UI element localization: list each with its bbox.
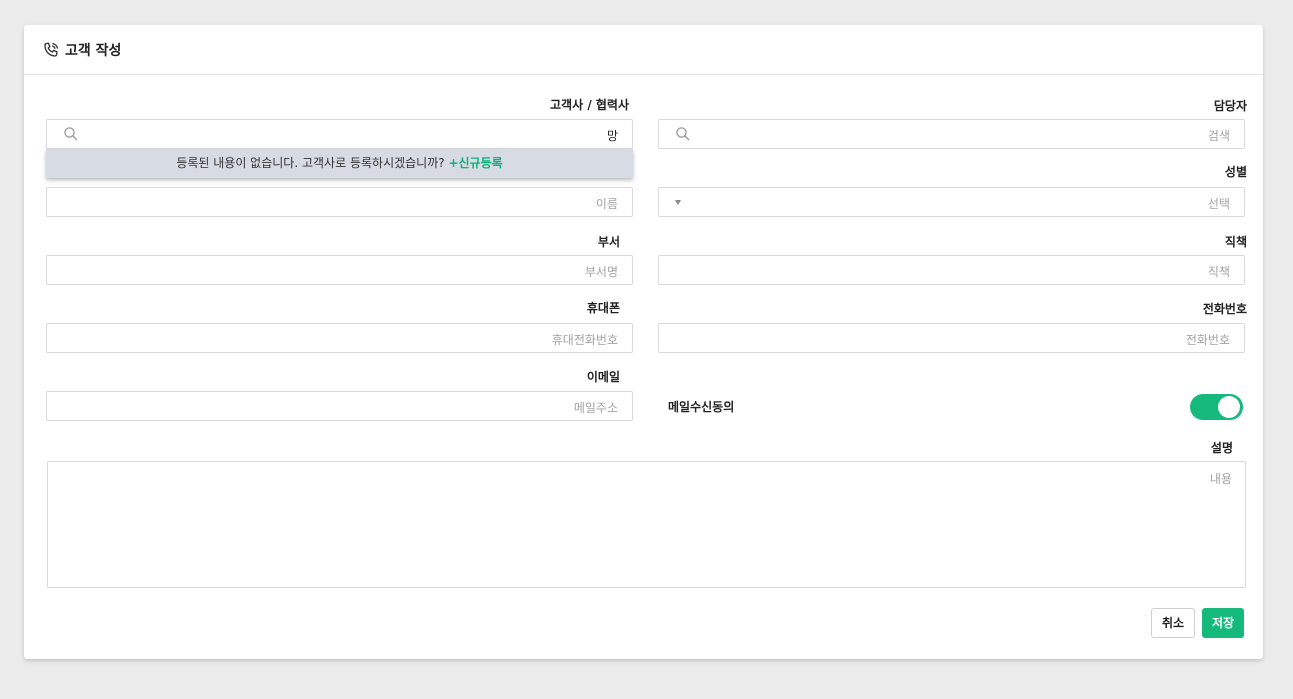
manager-search-input[interactable]: 검색	[658, 119, 1245, 149]
phone-label: 전화번호	[1202, 302, 1247, 316]
name-placeholder: 이름	[595, 197, 618, 211]
department-placeholder: 부서명	[584, 265, 618, 279]
email-placeholder: 메일주소	[573, 401, 618, 415]
description-label: 설명	[1210, 441, 1233, 455]
email-consent-label: 메일수신동의	[668, 400, 735, 414]
mobile-label: 휴대폰	[586, 301, 620, 315]
gender-placeholder: 선택	[1207, 197, 1230, 211]
mobile-input[interactable]: 휴대전화번호	[46, 323, 633, 353]
company-search-input[interactable]: 망	[46, 119, 633, 149]
phone-icon	[44, 42, 59, 57]
gender-select[interactable]: 선택	[658, 187, 1245, 217]
chevron-down-icon	[675, 200, 681, 205]
customer-form-card: 고객 작성 고객사 / 협력사 망 등록된 내용이 없습니다. 고객사로 등록하…	[24, 25, 1263, 659]
toggle-knob	[1218, 396, 1240, 418]
no-results-message: 등록된 내용이 없습니다. 고객사로 등록하시겠습니까?	[176, 156, 449, 170]
mobile-placeholder: 휴대전화번호	[551, 333, 618, 347]
position-input[interactable]: 직책	[658, 255, 1245, 285]
position-label: 직책	[1224, 235, 1247, 249]
page-title: 고객 작성	[65, 43, 122, 59]
description-placeholder: 내용	[1209, 472, 1232, 486]
save-button[interactable]: 저장	[1202, 608, 1244, 638]
search-icon	[64, 127, 78, 141]
email-consent-toggle[interactable]	[1190, 394, 1243, 420]
department-input[interactable]: 부서명	[46, 255, 633, 285]
manager-search-placeholder: 검색	[1207, 129, 1230, 143]
company-search-value: 망	[606, 129, 618, 143]
company-label: 고객사 / 협력사	[550, 98, 629, 112]
email-input[interactable]: 메일주소	[46, 391, 633, 421]
register-new-link[interactable]: +신규등록	[448, 156, 502, 170]
phone-placeholder: 전화번호	[1185, 333, 1230, 347]
gender-label: 성별	[1224, 165, 1247, 179]
card-header: 고객 작성	[24, 25, 1263, 75]
description-textarea[interactable]: 내용	[47, 461, 1246, 588]
company-search-dropdown: 등록된 내용이 없습니다. 고객사로 등록하시겠습니까? +신규등록	[46, 149, 633, 178]
position-placeholder: 직책	[1207, 265, 1230, 279]
department-label: 부서	[597, 235, 620, 249]
phone-input[interactable]: 전화번호	[658, 323, 1245, 353]
search-icon	[676, 127, 690, 141]
manager-label: 담당자	[1213, 99, 1247, 113]
name-input[interactable]: 이름	[46, 187, 633, 217]
cancel-button[interactable]: 취소	[1151, 608, 1195, 638]
email-label: 이메일	[586, 370, 620, 384]
